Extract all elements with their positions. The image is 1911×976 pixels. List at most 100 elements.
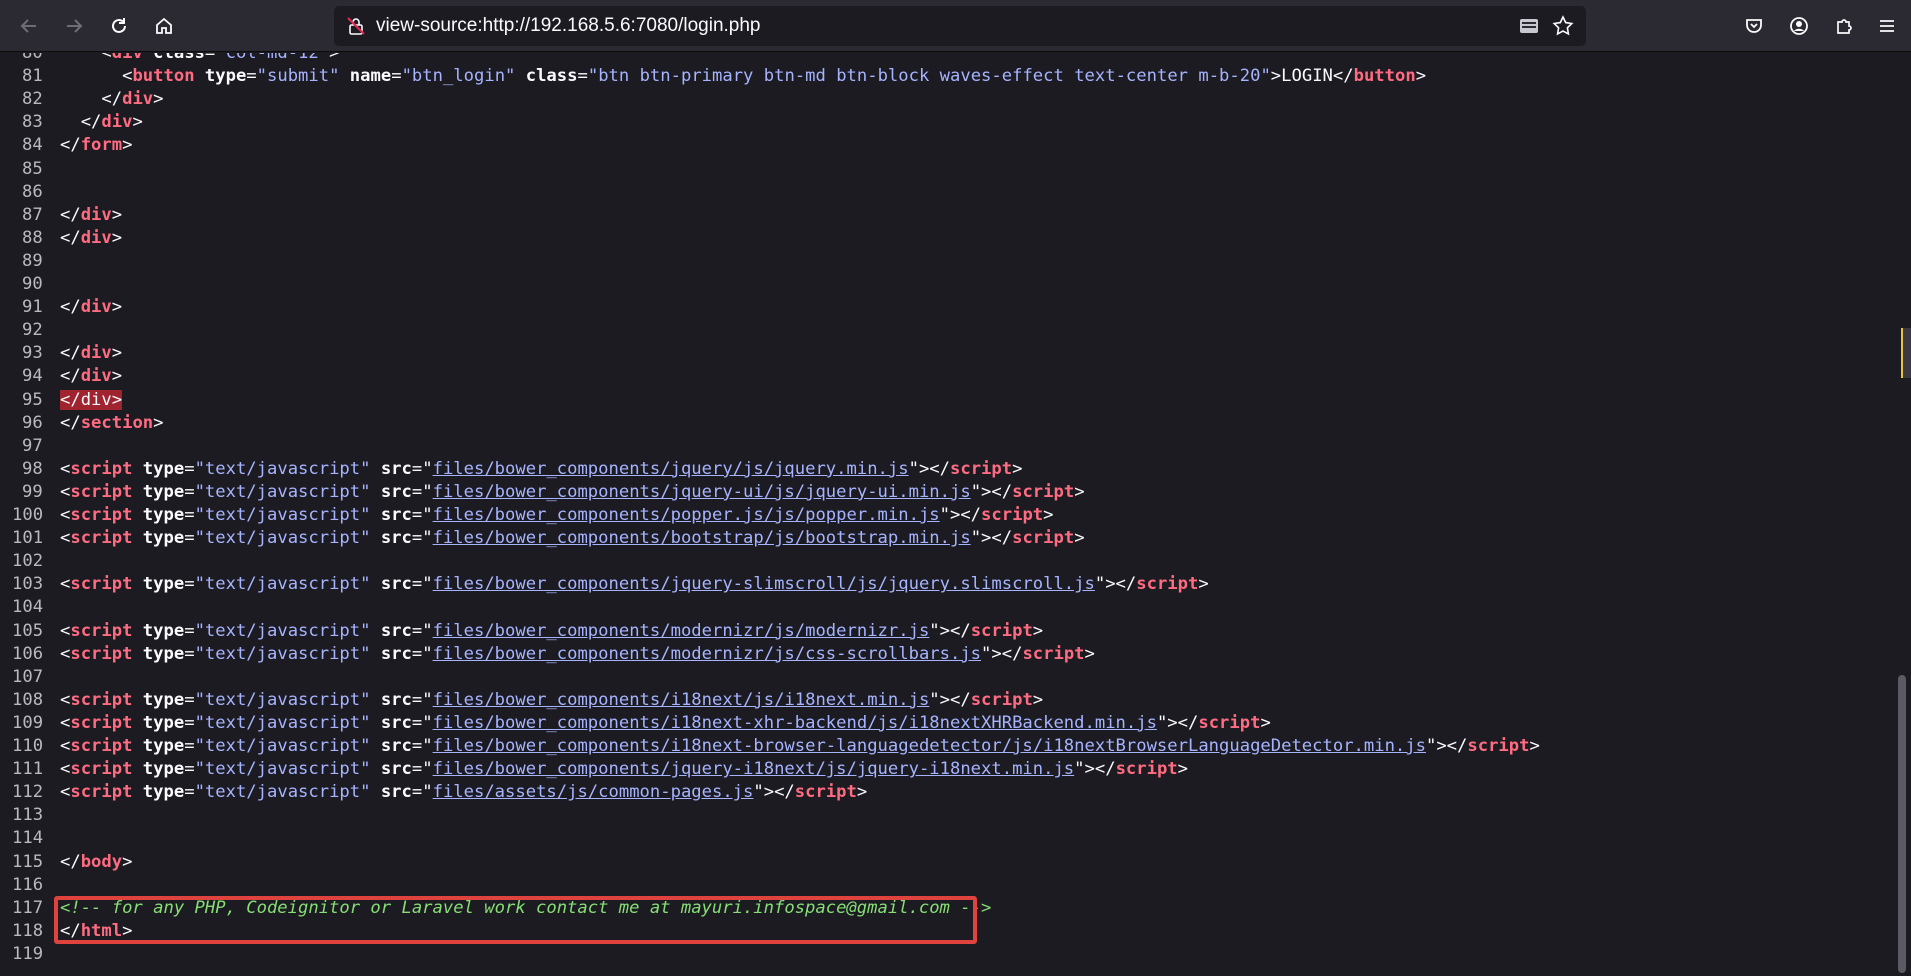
source-link[interactable]: files/bower_components/jquery-i18next/js… [433,759,1075,779]
source-token: "btn_login" [401,66,516,87]
account-button[interactable] [1782,9,1816,43]
source-link[interactable]: files/assets/js/common-pages.js [433,782,754,802]
source-token: "text/javascript" [194,712,371,733]
source-token: > [122,135,133,156]
source-token: > [111,227,123,248]
source-link[interactable]: files/bower_components/popper.js/js/popp… [433,505,940,525]
page-source-view[interactable]: 80 <div class="col-md-12"> 81 <button typ… [0,53,1893,976]
source-token: < [60,712,71,733]
line-number: 88 [22,227,43,248]
source-token: = [184,782,195,803]
source-token: type [194,66,247,87]
source-token: </ [60,297,81,318]
source-token: </ [60,135,81,156]
source-line: 117 <!-- for any PHP, Codeignitor or Lara… [0,897,991,920]
source-link[interactable]: files/bower_components/jquery/js/jquery.… [433,459,909,479]
source-token: = [246,66,257,87]
line-number: 119 [12,943,44,964]
source-token: script [1022,643,1085,664]
line-number: 99 [22,481,43,502]
source-token: > [153,89,164,110]
source-line: 88 </div> [0,227,122,250]
address-bar[interactable]: view-source:http://192.168.5.6:7080/logi… [334,6,1586,46]
source-token: </div> [60,389,123,410]
forward-button[interactable] [57,9,91,43]
source-token: class [142,53,205,63]
source-token: div [80,297,112,318]
line-number: 100 [12,505,44,525]
source-token: </ [60,227,81,248]
source-token: "></ [1425,736,1468,756]
line-number: 90 [22,274,43,294]
line-number: 110 [12,736,44,756]
url-text[interactable]: view-source:http://192.168.5.6:7080/logi… [376,6,761,46]
line-number: 114 [12,828,44,849]
scrollbar-thumb[interactable] [1898,675,1906,973]
source-line: 118 </html> [0,920,132,943]
source-token: > [1074,481,1085,502]
source-token: "text/javascript" [194,528,371,549]
source-token: =" [411,689,433,710]
reader-mode-icon[interactable] [1518,15,1540,37]
source-line: 91 </div> [0,296,122,319]
line-number: 101 [12,528,44,549]
source-token: "text/javascript" [194,643,371,664]
source-token: > [1415,66,1427,87]
line-number: 116 [12,874,44,895]
source-token: "btn btn-primary btn-md btn-block waves-… [587,66,1271,87]
vertical-scrollbar[interactable] [1893,53,1911,976]
source-link[interactable]: files/bower_components/jquery-ui/js/jque… [433,482,971,502]
source-token: </ [80,112,102,133]
source-link[interactable]: files/bower_components/bootstrap/js/boot… [433,528,971,548]
back-button[interactable] [12,9,46,43]
source-token: src [370,458,412,479]
source-link[interactable]: files/bower_components/i18next/js/i18nex… [433,690,930,710]
source-token: class [515,66,578,87]
source-token: src [370,736,412,756]
source-token: = [184,620,195,641]
source-token: =" [411,643,433,664]
line-number: 117 [12,897,44,918]
source-token: type [132,458,185,479]
line-number: 109 [12,712,44,733]
pocket-button[interactable] [1737,9,1771,43]
puzzle-icon [1837,19,1852,34]
source-link[interactable]: files/bower_components/jquery-slimscroll… [433,574,1095,594]
source-line: 92 [0,319,60,342]
line-code: <script type="text/javascript" src="file… [60,644,1095,664]
source-line: 108 <script type="text/javascript" src="f… [0,689,1043,712]
source-link[interactable]: files/bower_components/i18next-xhr-backe… [433,713,1157,733]
source-token: =" [411,620,433,641]
source-token: = [184,689,195,710]
line-code: </div> [60,205,122,225]
source-token: = [184,759,195,780]
source-token: script [70,620,133,641]
source-token: src [370,481,412,502]
source-token: div [80,227,112,248]
source-token: > [111,297,123,318]
source-link[interactable]: files/bower_components/modernizr/js/css-… [433,644,981,664]
extensions-button[interactable] [1827,9,1861,43]
source-line: 87 </div> [0,204,122,227]
line-number: 89 [22,250,43,271]
menu-button[interactable] [1870,9,1904,43]
source-link[interactable]: files/bower_components/i18next-browser-l… [433,736,1426,756]
source-token: > [1032,620,1044,641]
source-comment: <!-- for any PHP, Codeignitor or Laravel… [60,897,992,918]
source-token: = [184,736,195,756]
hamburger-menu-icon [1880,20,1894,32]
source-token: src [370,782,412,803]
source-token: < [60,458,71,479]
source-token: src [370,574,412,595]
source-link[interactable]: files/bower_components/modernizr/js/mode… [433,621,930,641]
home-button[interactable] [147,9,181,43]
source-token: > [1084,643,1095,664]
insecure-lock-icon[interactable] [346,16,366,36]
source-line: 111 <script type="text/javascript" src="f… [0,758,1188,781]
line-code: </div> [60,112,143,132]
source-token: < [60,481,71,502]
source-token: src [370,689,412,710]
bookmark-star-icon[interactable] [1552,15,1574,37]
reload-button[interactable] [102,9,136,43]
source-line: 94 </div> [0,365,122,388]
